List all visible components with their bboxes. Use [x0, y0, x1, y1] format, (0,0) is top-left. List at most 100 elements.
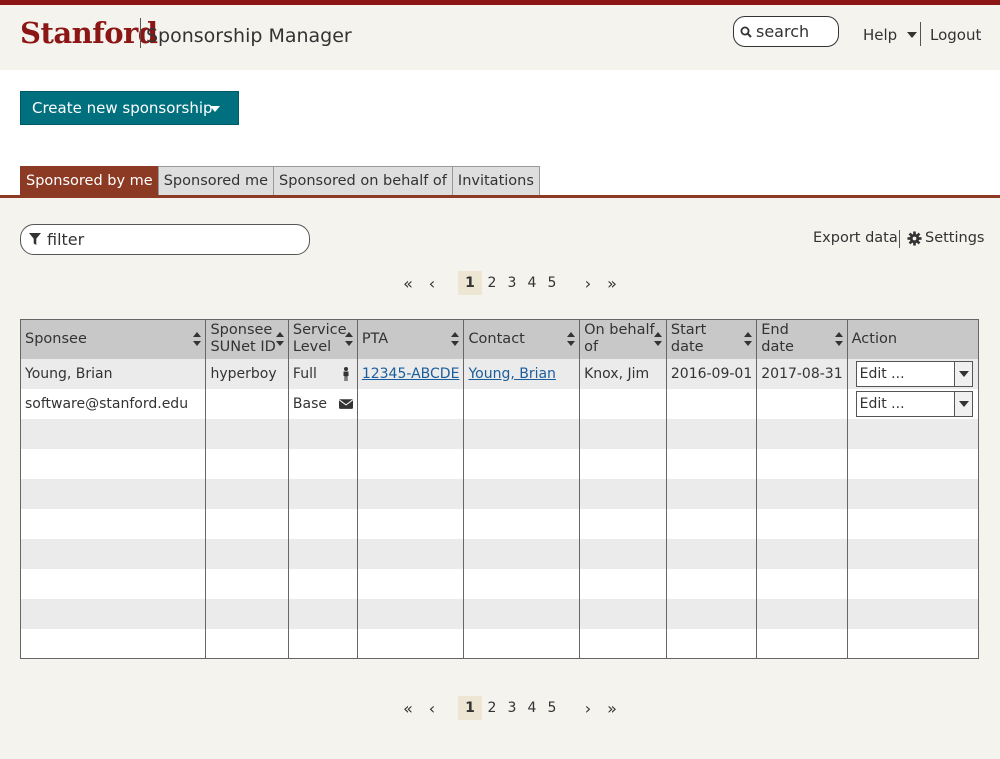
logo-divider — [140, 18, 141, 48]
nav-divider — [920, 22, 921, 46]
gear-icon — [907, 230, 922, 246]
cell-sunetid: hyperboy — [205, 358, 289, 389]
chevron-down-icon — [210, 106, 220, 112]
column-label: date — [670, 339, 704, 356]
first-page-button[interactable]: « — [396, 699, 420, 718]
cell-action: Edit ... — [846, 358, 979, 389]
column-header-action: Action — [846, 319, 979, 359]
cell-start-date — [665, 388, 757, 419]
column-header-pta[interactable]: PTA — [356, 319, 464, 359]
column-header-on-behalf-of[interactable]: On behalf of — [579, 319, 667, 359]
cell-sunetid — [205, 388, 289, 419]
action-select-value: Edit ... — [859, 395, 905, 412]
column-header-sponsee[interactable]: Sponsee — [19, 319, 206, 359]
first-page-button[interactable]: « — [396, 274, 420, 293]
empty-row — [19, 628, 979, 659]
filter-input[interactable] — [47, 230, 277, 249]
search-input[interactable] — [756, 22, 836, 41]
last-page-button[interactable]: » — [600, 274, 624, 293]
page-4[interactable]: 4 — [522, 700, 542, 716]
settings-link[interactable]: Settings — [907, 230, 984, 246]
table-row: software@stanford.edu Base Edit ... — [19, 388, 979, 419]
column-header-service-level[interactable]: Service Level — [287, 319, 358, 359]
cell-contact: Young, Brian — [463, 358, 580, 389]
filter-icon — [29, 233, 41, 245]
action-select[interactable]: Edit ... — [855, 360, 973, 387]
tab-underline — [0, 195, 1000, 198]
sort-icon — [275, 332, 284, 346]
help-label: Help — [863, 26, 898, 44]
cell-pta — [356, 388, 464, 419]
sort-icon — [744, 332, 753, 346]
create-sponsorship-button[interactable]: Create new sponsorship — [20, 91, 239, 125]
next-page-button[interactable]: › — [576, 699, 600, 718]
envelope-icon — [338, 398, 353, 409]
column-label: PTA — [361, 330, 389, 347]
empty-row — [19, 418, 979, 449]
search-box[interactable] — [733, 16, 839, 47]
page-1[interactable]: 1 — [458, 696, 482, 720]
column-label: Service — [292, 322, 347, 339]
sort-icon — [193, 332, 202, 346]
empty-row — [19, 598, 979, 629]
stanford-logo[interactable]: Stanford — [20, 16, 158, 50]
empty-row — [19, 538, 979, 569]
cell-service-level: Full — [287, 358, 358, 389]
page-5[interactable]: 5 — [542, 700, 562, 716]
sort-icon — [344, 332, 353, 346]
service-level-label: Base — [292, 395, 327, 412]
column-label: Start — [670, 322, 707, 339]
column-label: date — [761, 339, 794, 356]
column-label: End — [761, 322, 789, 339]
cell-on-behalf-of: Knox, Jim — [579, 358, 667, 389]
cell-action: Edit ... — [846, 388, 979, 419]
tab-sponsored-on-behalf-of[interactable]: Sponsored on behalf of — [273, 166, 453, 196]
chevron-down-icon[interactable] — [953, 391, 972, 416]
chevron-down-icon[interactable] — [953, 361, 972, 386]
pta-link[interactable]: 12345-ABCDE — [362, 366, 460, 382]
prev-page-button[interactable]: ‹ — [420, 699, 444, 718]
logout-link[interactable]: Logout — [930, 26, 981, 44]
page-3[interactable]: 3 — [502, 700, 522, 716]
chevron-down-icon — [907, 32, 918, 38]
sort-icon — [567, 332, 576, 346]
person-icon — [343, 366, 349, 381]
page-5[interactable]: 5 — [542, 275, 562, 291]
filter-box[interactable] — [20, 224, 310, 255]
pager-bottom: « ‹ 1 2 3 4 5 › » — [396, 696, 624, 720]
column-header-end-date[interactable]: End date — [756, 319, 848, 359]
cell-on-behalf-of — [579, 388, 667, 419]
prev-page-button[interactable]: ‹ — [420, 274, 444, 293]
column-header-start-date[interactable]: Start date — [665, 319, 757, 359]
sort-icon — [834, 332, 843, 346]
cell-end-date: 2017-08-31 — [756, 358, 848, 389]
action-select[interactable]: Edit ... — [855, 390, 973, 417]
empty-row — [19, 568, 979, 599]
column-header-contact[interactable]: Contact — [463, 319, 580, 359]
service-level-label: Full — [292, 365, 317, 382]
column-label: of — [584, 339, 599, 356]
page-4[interactable]: 4 — [522, 275, 542, 291]
column-label: Sponsee — [210, 322, 273, 339]
empty-row — [19, 508, 979, 539]
contact-link[interactable]: Young, Brian — [468, 366, 556, 382]
column-label: Sponsee — [25, 330, 87, 347]
tab-sponsored-by-me[interactable]: Sponsored by me — [20, 166, 159, 196]
tab-invitations[interactable]: Invitations — [451, 166, 540, 196]
tab-sponsored-me[interactable]: Sponsored me — [157, 166, 275, 196]
help-menu[interactable]: Help — [863, 26, 918, 44]
cell-pta: 12345-ABCDE — [356, 358, 464, 389]
sort-icon — [451, 332, 460, 346]
pager-top: « ‹ 1 2 3 4 5 › » — [396, 271, 624, 295]
next-page-button[interactable]: › — [576, 274, 600, 293]
export-data-link[interactable]: Export data — [813, 230, 898, 246]
page-2[interactable]: 2 — [482, 700, 502, 716]
page-3[interactable]: 3 — [502, 275, 522, 291]
empty-row — [19, 478, 979, 509]
last-page-button[interactable]: » — [600, 699, 624, 718]
app-title[interactable]: Sponsorship Manager — [146, 25, 352, 47]
page-2[interactable]: 2 — [482, 275, 502, 291]
column-label: SUNet ID — [210, 339, 276, 356]
column-header-sunetid[interactable]: Sponsee SUNet ID — [205, 319, 289, 359]
page-1[interactable]: 1 — [458, 271, 482, 295]
